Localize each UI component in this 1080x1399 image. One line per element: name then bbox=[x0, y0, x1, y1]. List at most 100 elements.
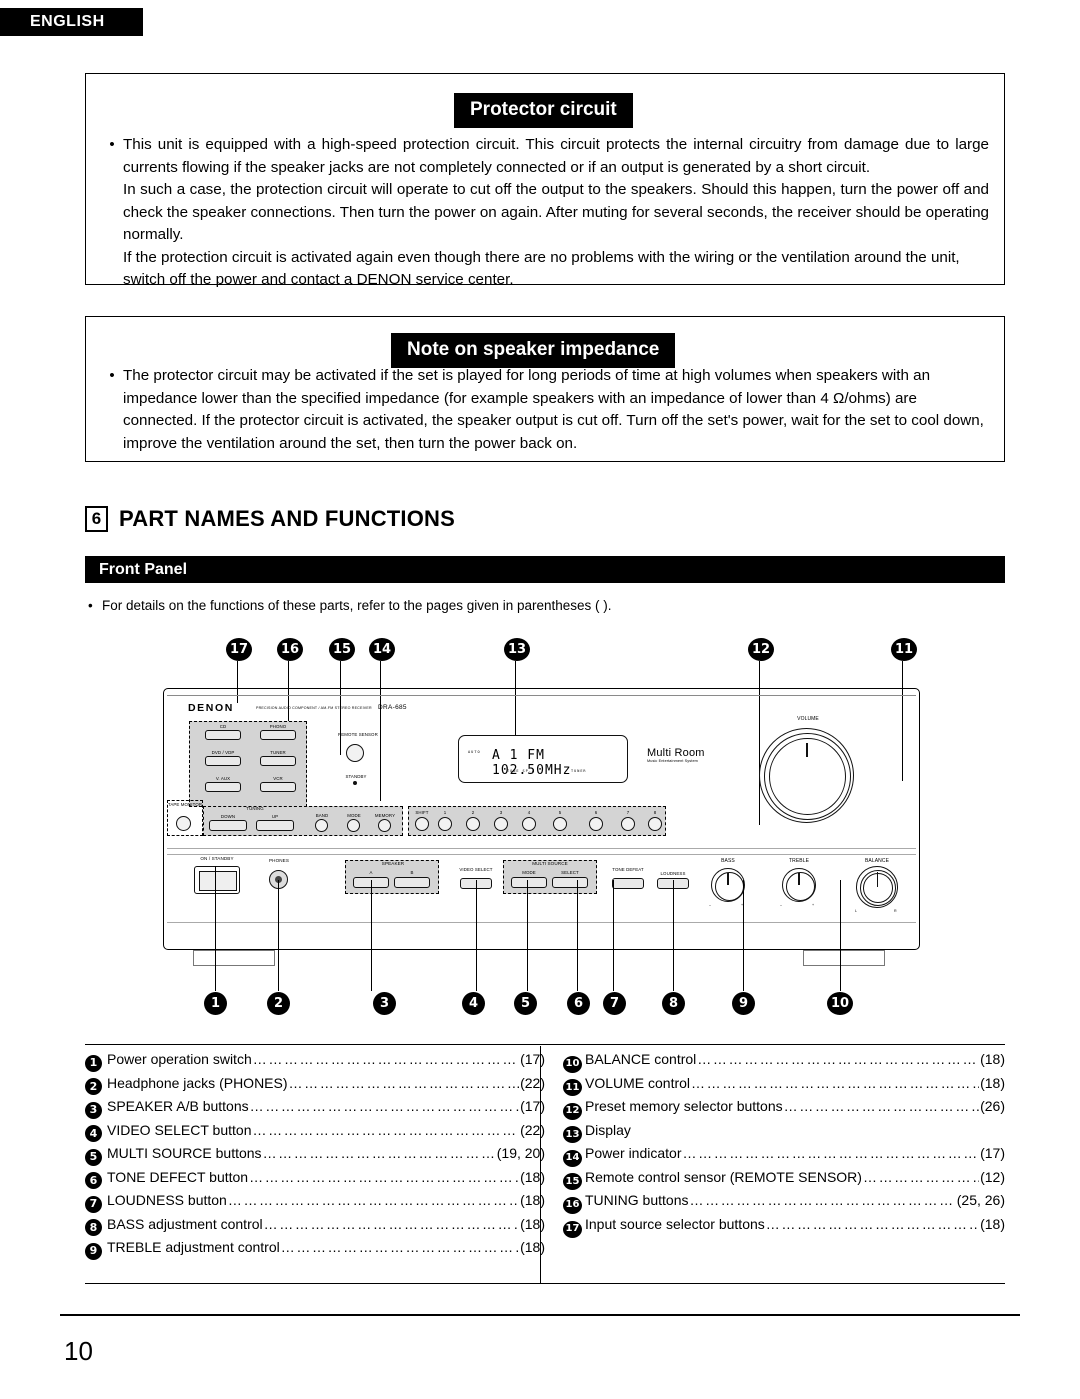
legend-column-right: 10 BALANCE control ………………………………………………………… bbox=[545, 1048, 1005, 1260]
treble-tick-plus: + bbox=[812, 903, 815, 907]
bullet-icon: • bbox=[88, 598, 93, 613]
preset-button-4[interactable] bbox=[522, 817, 536, 831]
preset-label-2: 2 bbox=[471, 810, 475, 815]
legend-bullet: 11 bbox=[563, 1079, 585, 1097]
legend-page-ref: (18) bbox=[520, 1215, 545, 1232]
display-sub-left: TONE SP-A bbox=[507, 769, 535, 773]
chassis-bottom-line bbox=[167, 922, 916, 923]
legend-bullet: 4 bbox=[85, 1125, 107, 1143]
legend-page-ref: (18) bbox=[980, 1051, 1005, 1067]
legend-page-ref: (17) bbox=[520, 1098, 545, 1115]
input-button-phono[interactable] bbox=[260, 730, 296, 740]
tone-defeat-button[interactable] bbox=[612, 878, 644, 889]
callout-7: 7 bbox=[603, 992, 626, 1015]
multiroom-subtitle: Music Entertainment System bbox=[647, 759, 698, 763]
list-item: 17 Input source selector buttons …………………… bbox=[563, 1213, 1005, 1238]
leader-dots: ………………………………………………………………… bbox=[783, 1098, 979, 1115]
display-main-text: A 1 FM 102.50MHz bbox=[492, 748, 572, 778]
multi-source-button-mode[interactable] bbox=[511, 877, 547, 888]
callout-5: 5 bbox=[514, 992, 537, 1015]
treble-pointer bbox=[798, 873, 800, 885]
multi-source-group-label: MULTI SOURCE bbox=[532, 861, 568, 866]
receiver-illustration: DENON PRECISION AUDIO COMPONENT / AM-FM … bbox=[163, 688, 920, 978]
callout-1: 1 bbox=[204, 992, 227, 1015]
tuning-button-up[interactable] bbox=[256, 820, 294, 831]
legend-column-left: 1 Power operation switch ………………………………………… bbox=[85, 1048, 545, 1260]
legend-page-ref: (18) bbox=[520, 1192, 545, 1209]
video-select-label: VIDEO SELECT bbox=[459, 867, 493, 872]
preset-button-2[interactable] bbox=[466, 817, 480, 831]
balance-knob[interactable] bbox=[856, 866, 898, 908]
speaker-button-b[interactable] bbox=[394, 877, 430, 888]
receiver-foot-right bbox=[803, 950, 885, 966]
leader-line-10 bbox=[840, 880, 841, 991]
legend-label: TUNING buttons bbox=[585, 1192, 689, 1209]
mode-button[interactable] bbox=[347, 819, 360, 832]
bass-adjustment-knob[interactable] bbox=[711, 868, 745, 902]
leader-dots: ………………………………………………………………… bbox=[249, 1168, 519, 1185]
front-panel-note: • For details on the functions of these … bbox=[88, 598, 612, 613]
tape-monitor-button[interactable] bbox=[176, 816, 191, 831]
input-label-dvd: DVD / VDP bbox=[211, 750, 235, 755]
preset-button-shift[interactable] bbox=[415, 817, 429, 831]
display-sub-right: TUNER bbox=[571, 769, 587, 773]
balance-tick-l: L bbox=[855, 909, 857, 913]
preset-label-1: 1 bbox=[443, 810, 447, 815]
treble-adjustment-knob[interactable] bbox=[782, 868, 816, 902]
band-button[interactable] bbox=[315, 819, 328, 832]
preset-label-8: 8 bbox=[653, 810, 657, 815]
front-panel-diagram: 17 16 15 14 13 12 11 DENON PRECISION AUD… bbox=[0, 630, 1080, 1040]
list-item: 14 Power indicator ………………………………………………………… bbox=[563, 1142, 1005, 1167]
language-tab: ENGLISH bbox=[0, 8, 143, 36]
legend-label: VIDEO SELECT button bbox=[107, 1121, 252, 1138]
preset-button-5[interactable] bbox=[553, 817, 567, 831]
leader-line-5 bbox=[527, 880, 528, 991]
preset-button-1[interactable] bbox=[438, 817, 452, 831]
power-switch-label: ON / STANDBY bbox=[200, 856, 234, 861]
input-button-cd[interactable] bbox=[205, 730, 241, 740]
list-item: 9 TREBLE adjustment control ………………………………… bbox=[85, 1236, 545, 1260]
multi-source-button-select[interactable] bbox=[552, 877, 588, 888]
volume-pointer bbox=[806, 743, 808, 757]
callout-12: 12 bbox=[748, 638, 774, 661]
callout-8: 8 bbox=[662, 992, 685, 1015]
legend-page-ref: (18) bbox=[520, 1168, 545, 1185]
list-item: 10 BALANCE control ………………………………………………………… bbox=[563, 1048, 1005, 1073]
memory-label: MEMORY bbox=[374, 813, 396, 818]
loudness-label: LOUDNESS bbox=[660, 871, 686, 876]
power-operation-switch[interactable] bbox=[194, 866, 240, 894]
callout-17: 17 bbox=[226, 638, 252, 661]
input-label-vaux: V. AUX bbox=[215, 776, 231, 781]
mode-label: MODE bbox=[347, 813, 361, 818]
preset-button-7[interactable] bbox=[621, 817, 635, 831]
callout-14: 14 bbox=[369, 638, 395, 661]
preset-button-3[interactable] bbox=[494, 817, 508, 831]
legend-label: TREBLE adjustment control bbox=[107, 1239, 280, 1256]
preset-label-6: 6 bbox=[594, 810, 598, 815]
input-button-vcr[interactable] bbox=[260, 782, 296, 792]
legend-label: TONE DEFECT button bbox=[107, 1168, 249, 1185]
preset-button-8[interactable] bbox=[648, 817, 662, 831]
tuning-button-down[interactable] bbox=[209, 820, 247, 831]
tuning-group-label: TUNING bbox=[246, 806, 264, 811]
leader-dots: ………………………………………………………………… bbox=[691, 1074, 979, 1091]
volume-knob[interactable] bbox=[759, 728, 854, 823]
tape-monitor-label: TAPE MONITOR bbox=[167, 802, 203, 807]
leader-dots: ………………………………………………………………… bbox=[280, 1239, 519, 1256]
memory-button[interactable] bbox=[378, 819, 391, 832]
callout-16: 16 bbox=[277, 638, 303, 661]
legend-label: Remote control sensor (REMOTE SENSOR) bbox=[585, 1168, 862, 1185]
legend-label: SPEAKER A/B buttons bbox=[107, 1098, 249, 1115]
input-label-vcr: VCR bbox=[273, 776, 283, 781]
input-button-tuner[interactable] bbox=[260, 756, 296, 766]
list-item: 4 VIDEO SELECT button ………………………………………………… bbox=[85, 1119, 545, 1143]
speaker-impedance-body: • The protector circuit may be activated… bbox=[101, 365, 989, 455]
input-button-dvd[interactable] bbox=[205, 756, 241, 766]
leader-dots: ………………………………………………………………… bbox=[252, 1121, 519, 1138]
bass-label: BASS bbox=[721, 858, 735, 864]
legend-page-ref: (17) bbox=[520, 1051, 545, 1067]
preset-button-6[interactable] bbox=[589, 817, 603, 831]
treble-label: TREBLE bbox=[788, 858, 810, 864]
protector-circuit-title: Protector circuit bbox=[454, 93, 633, 128]
input-button-vaux[interactable] bbox=[205, 782, 241, 792]
